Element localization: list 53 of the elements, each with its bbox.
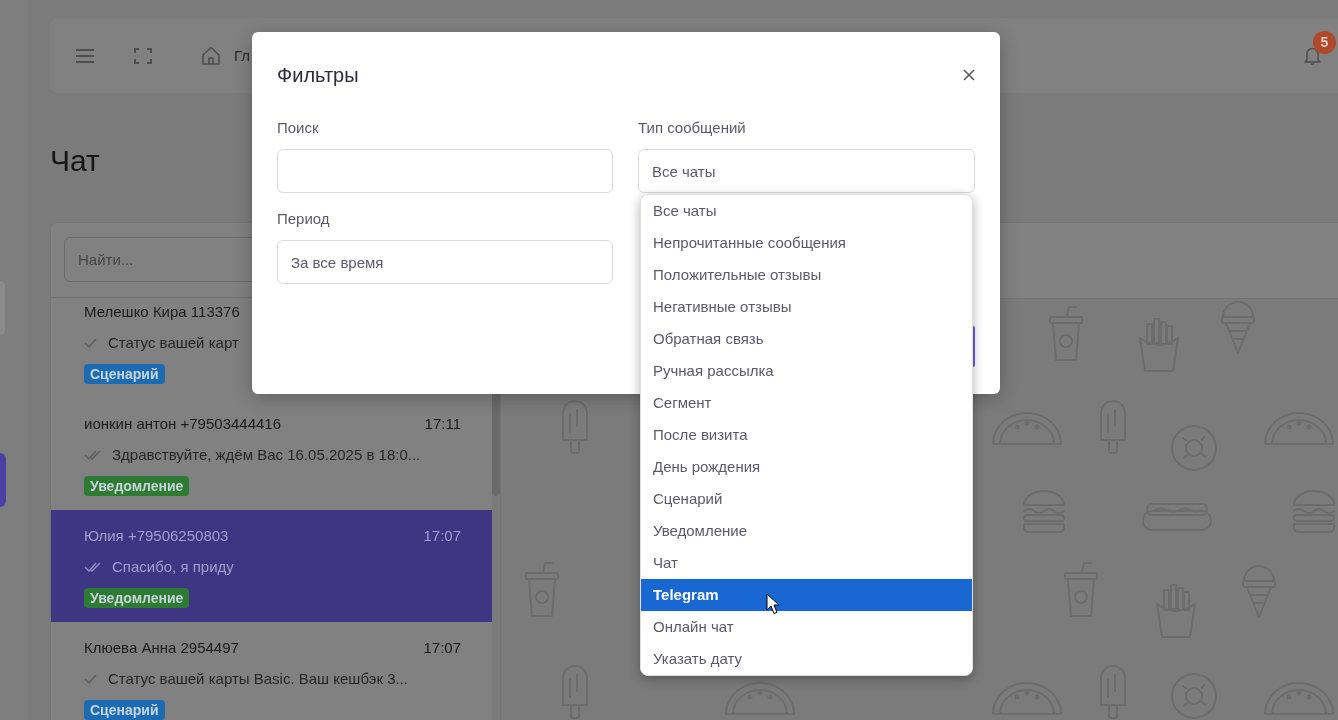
dropdown-option[interactable]: Негативные отзывы xyxy=(641,291,972,323)
message-time: 17:07 xyxy=(423,638,461,658)
contact-name: Клюева Анна 2954497 xyxy=(84,638,239,658)
dropdown-option[interactable]: Ручная рассылка xyxy=(641,355,972,387)
fullscreen-icon[interactable] xyxy=(134,47,152,64)
chat-tag: Уведомление xyxy=(84,588,190,608)
message-preview: Спасибо, я приду xyxy=(112,557,234,577)
input-field[interactable] xyxy=(277,149,613,193)
popsicle-icon xyxy=(561,400,589,454)
select-field[interactable]: Все чаты xyxy=(638,149,975,193)
dropdown-option[interactable]: После визита xyxy=(641,419,972,451)
dropdown-option[interactable]: Обратная связь xyxy=(641,323,972,355)
dropdown-option[interactable]: Непрочитанные сообщения xyxy=(641,227,972,259)
chat-list-item[interactable]: Клюева Анна 2954497 17:07 Статус вашей карты Basic. Ваш кешбэк 3... Сценарий xyxy=(51,622,492,720)
field-label: Тип сообщений xyxy=(638,119,747,137)
dropdown-option[interactable]: Указать дату xyxy=(641,643,972,675)
message-preview: Статус вашей карты Basic. Ваш кешбэк 3... xyxy=(108,669,409,689)
contact-name: Юлия +79506250803 xyxy=(84,526,229,546)
select-field[interactable]: За все время xyxy=(277,240,613,284)
chat-list-item[interactable]: Юлия +79506250803 17:07 Спасибо, я приду Уведомление xyxy=(51,510,492,622)
dropdown-option[interactable]: Положительные отзывы xyxy=(641,259,972,291)
message-preview: Здравствуйте, ждём Вас 16.05.2025 в 18:0... xyxy=(112,445,421,465)
chat-tag: Уведомление xyxy=(84,476,190,496)
close-icon[interactable] xyxy=(963,69,975,81)
notification-badge: 5 xyxy=(1313,31,1336,54)
dropdown-option[interactable]: День рождения xyxy=(641,451,972,483)
dialog-title: Фильтры xyxy=(277,63,359,87)
mouse-pointer-icon xyxy=(766,593,780,615)
dropdown-option[interactable]: Чат xyxy=(641,547,972,579)
chat-list-item[interactable]: ионкин антон +79503444416 17:11 Здравствуйте, ждём Вас 16.05.2025 в 18:0... Уведомление xyxy=(51,398,492,510)
notifications-icon[interactable] xyxy=(1303,46,1322,65)
contact-name: Мелешко Кира 113376 xyxy=(84,302,240,322)
dropdown-option[interactable]: Сегмент xyxy=(641,387,972,419)
contact-name: ионкин антон +79503444416 xyxy=(84,414,282,434)
message-time: 17:07 xyxy=(423,526,461,546)
dropdown-option[interactable]: Уведомление xyxy=(641,515,972,547)
field-label: Поиск xyxy=(277,119,320,137)
menu-icon[interactable] xyxy=(76,48,94,63)
button-edge[interactable] xyxy=(973,326,975,367)
dropdown-option[interactable]: Telegram xyxy=(641,579,972,611)
chat-list-item[interactable]: Мелешко Кира 113376 Статус вашей карт Сценарий xyxy=(51,298,492,398)
page-title: Чат xyxy=(50,143,100,179)
taco-icon xyxy=(724,681,796,715)
dropdown-option[interactable]: Онлайн чат xyxy=(641,611,972,643)
chat-tag: Сценарий xyxy=(84,700,165,720)
sidebar-item[interactable] xyxy=(0,453,6,507)
field-label: Период xyxy=(277,210,331,228)
message-time: 17:11 xyxy=(424,414,461,434)
dropdown-option[interactable]: Сценарий xyxy=(641,483,972,515)
dropdown-option[interactable]: Все чаты xyxy=(641,195,972,227)
home-icon[interactable] xyxy=(201,46,221,65)
chat-tag: Сценарий xyxy=(84,364,165,384)
message-preview: Статус вашей карт xyxy=(108,333,239,353)
